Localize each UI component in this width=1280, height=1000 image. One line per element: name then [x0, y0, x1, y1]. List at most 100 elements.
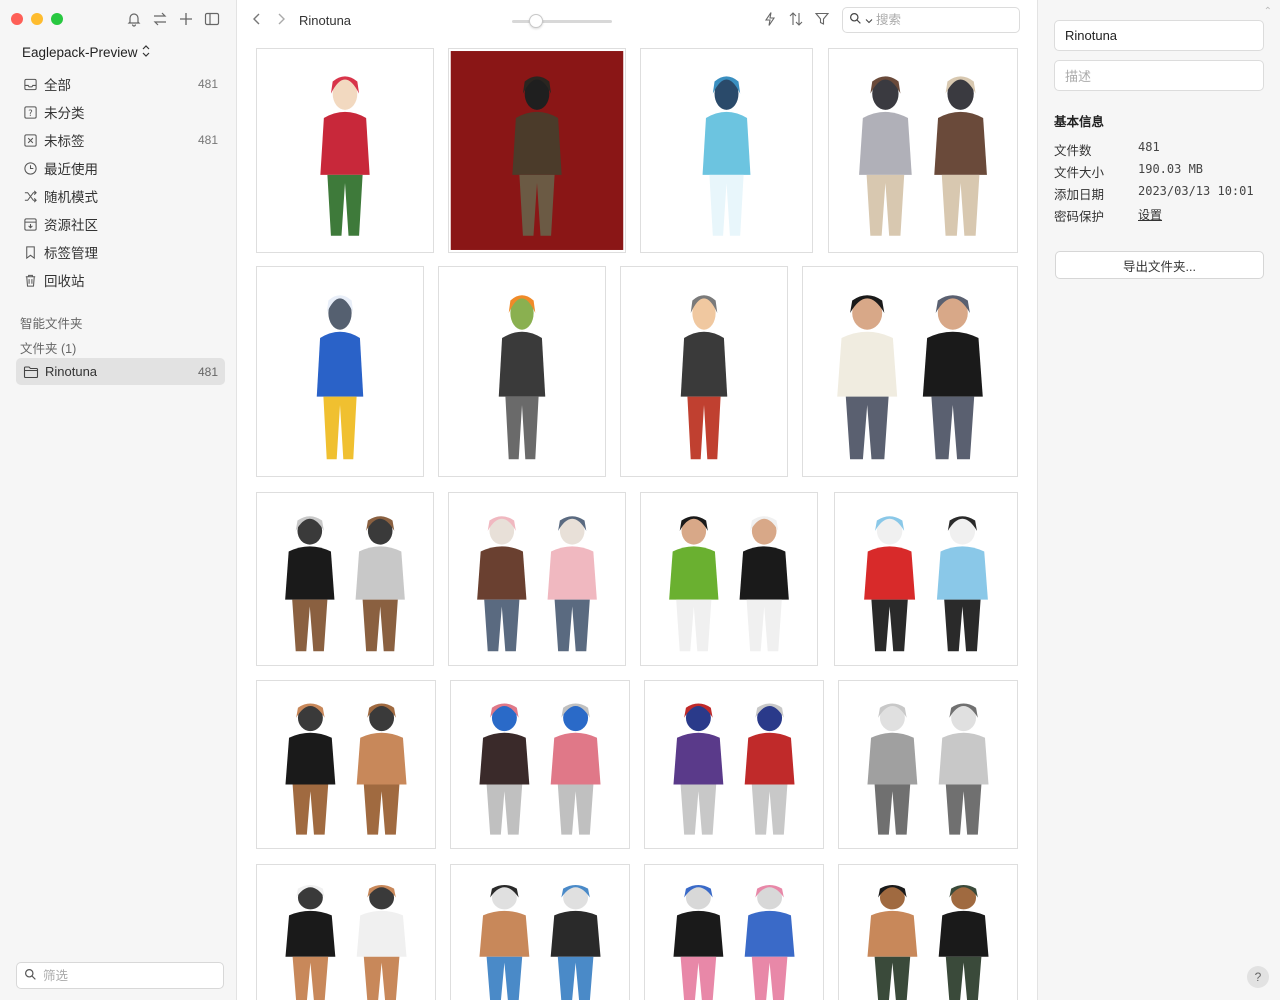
sidebar-item-label: 未标签 — [44, 134, 85, 149]
thumb-orc-with-girl[interactable] — [448, 48, 626, 253]
sidebar-item-tags[interactable]: 标签管理 — [16, 238, 225, 266]
image-grid — [238, 40, 1037, 1000]
folder-name-field[interactable]: Rinotuna — [1054, 20, 1264, 51]
sidebar-item-random[interactable]: 随机模式 — [16, 182, 225, 210]
thumb-winter-costumes[interactable] — [834, 492, 1018, 666]
thumbnail-illustration — [257, 49, 433, 252]
chevron-down-icon[interactable] — [865, 13, 873, 28]
thumb-skirt-couple[interactable] — [448, 492, 626, 666]
toolbar-icons — [762, 11, 830, 27]
sidebar-item-trash[interactable]: 回收站 — [16, 266, 225, 294]
library-switcher[interactable]: Eaglepack-Preview — [22, 45, 150, 60]
thumbnail-illustration — [451, 681, 629, 848]
sidebar: Eaglepack-Preview 全部 481 ? 未分类 未标签 481 最… — [0, 0, 237, 1000]
info-value: 481 — [1138, 140, 1160, 154]
filter-field[interactable] — [16, 962, 224, 989]
info-row-file-count: 文件数 481 — [1054, 140, 1264, 159]
folder-label: Rinotuna — [45, 364, 98, 379]
folder-item-rinotuna[interactable]: Rinotuna 481 — [16, 358, 225, 385]
thumb-demon-sketch-sheet[interactable] — [450, 680, 630, 849]
info-section-title: 基本信息 — [1054, 115, 1105, 129]
sidebar-item-recent[interactable]: 最近使用 — [16, 154, 225, 182]
thumb-chess-knight-girl[interactable] — [828, 48, 1018, 253]
filter-input[interactable] — [43, 968, 203, 983]
thumb-selfie-couple[interactable] — [256, 492, 434, 666]
thumb-fitness-couple[interactable] — [838, 864, 1018, 1000]
search-input[interactable] — [876, 13, 1006, 27]
thumbnail-illustration — [450, 51, 624, 250]
sidebar-nav: 全部 481 ? 未分类 未标签 481 最近使用 随机模式 资源社区 标签管理… — [16, 70, 225, 294]
clock-icon — [23, 161, 38, 176]
thumb-mouthwash-girl[interactable] — [640, 48, 813, 253]
search-field[interactable] — [842, 7, 1020, 33]
thumb-bunny-carrot[interactable] — [438, 266, 606, 477]
zoom-slider[interactable] — [512, 14, 612, 28]
thumb-bunny-comic-sheet[interactable] — [620, 266, 788, 477]
minimize-window-button[interactable] — [31, 13, 43, 25]
sidebar-item-label: 最近使用 — [44, 162, 98, 177]
add-icon[interactable] — [178, 11, 194, 27]
pin-icon[interactable]: ⌃ — [1264, 6, 1272, 17]
info-key: 文件大小 — [1054, 166, 1105, 180]
thumb-sunglasses-poses[interactable] — [256, 864, 436, 1000]
thumbnail-illustration — [257, 865, 435, 1000]
sort-icon[interactable] — [788, 11, 804, 27]
thumbnail-illustration — [621, 267, 787, 476]
thumb-strawberry-girl[interactable] — [256, 48, 434, 253]
search-icon — [24, 968, 37, 984]
zoom-window-button[interactable] — [51, 13, 63, 25]
lightning-filter-icon[interactable] — [762, 11, 778, 27]
zoom-slider-knob[interactable] — [529, 14, 544, 28]
thumbnail-illustration — [839, 865, 1017, 1000]
back-chevron-icon[interactable] — [252, 12, 262, 29]
thumb-leather-jacket-group[interactable] — [644, 864, 824, 1000]
bell-icon[interactable] — [126, 11, 142, 27]
thumbnail-illustration — [839, 681, 1017, 848]
thumb-villain-sketches[interactable] — [644, 680, 824, 849]
description-field[interactable]: 描述 — [1054, 60, 1264, 91]
inbox-icon — [23, 77, 38, 92]
close-window-button[interactable] — [11, 13, 23, 25]
forward-chevron-icon[interactable] — [276, 12, 286, 29]
info-key: 添加日期 — [1054, 188, 1105, 202]
info-row-password: 密码保护 设置 — [1054, 206, 1264, 225]
export-folder-button[interactable]: 导出文件夹... — [1055, 251, 1264, 279]
thumb-police-officer[interactable] — [256, 266, 424, 477]
search-icon — [849, 12, 862, 28]
info-value: 190.03 MB — [1138, 162, 1204, 176]
chevron-updown-icon — [142, 45, 150, 60]
sync-arrows-icon[interactable] — [152, 11, 168, 27]
sidebar-item-community[interactable]: 资源社区 — [16, 210, 225, 238]
sidebar-item-all[interactable]: 全部 481 — [16, 70, 225, 98]
svg-text:?: ? — [28, 107, 32, 117]
thumbnail-illustration — [645, 681, 823, 848]
thumbnail-illustration — [641, 493, 817, 665]
thumbnail-illustration — [451, 865, 629, 1000]
thumb-pencil-bunny-sketch[interactable] — [838, 680, 1018, 849]
thumbnail-illustration — [439, 267, 605, 476]
sidebar-item-label: 随机模式 — [44, 190, 98, 205]
thumbnail-illustration — [803, 267, 1017, 476]
filter-funnel-icon[interactable] — [814, 11, 830, 27]
trash-icon — [23, 273, 38, 288]
sidebar-item-untagged[interactable]: 未标签 481 — [16, 126, 225, 154]
thumbnail-illustration — [257, 267, 423, 476]
thumb-masked-bunnies[interactable] — [256, 680, 436, 849]
sidebar-item-label: 资源社区 — [44, 218, 98, 233]
help-button[interactable]: ? — [1247, 966, 1269, 988]
thumb-green-hoodie-couple[interactable] — [640, 492, 818, 666]
thumbnail-illustration — [641, 49, 812, 252]
smart-folders-header[interactable]: 智能文件夹 — [20, 313, 83, 332]
thumb-chair-pose[interactable] — [450, 864, 630, 1000]
info-key: 密码保护 — [1054, 210, 1105, 224]
sidebar-item-label: 全部 — [44, 78, 71, 93]
community-icon — [23, 217, 38, 232]
folders-header[interactable]: 文件夹 (1) — [20, 338, 76, 357]
thumb-couple-sweater[interactable] — [802, 266, 1018, 477]
thumbnail-illustration — [829, 49, 1017, 252]
password-settings-link[interactable]: 设置 — [1138, 206, 1162, 225]
sidebar-toggle-icon[interactable] — [204, 11, 220, 27]
sidebar-item-uncategorized[interactable]: ? 未分类 — [16, 98, 225, 126]
sidebar-item-label: 未分类 — [44, 106, 85, 121]
info-row-date-added: 添加日期 2023/03/13 10:01 — [1054, 184, 1264, 203]
